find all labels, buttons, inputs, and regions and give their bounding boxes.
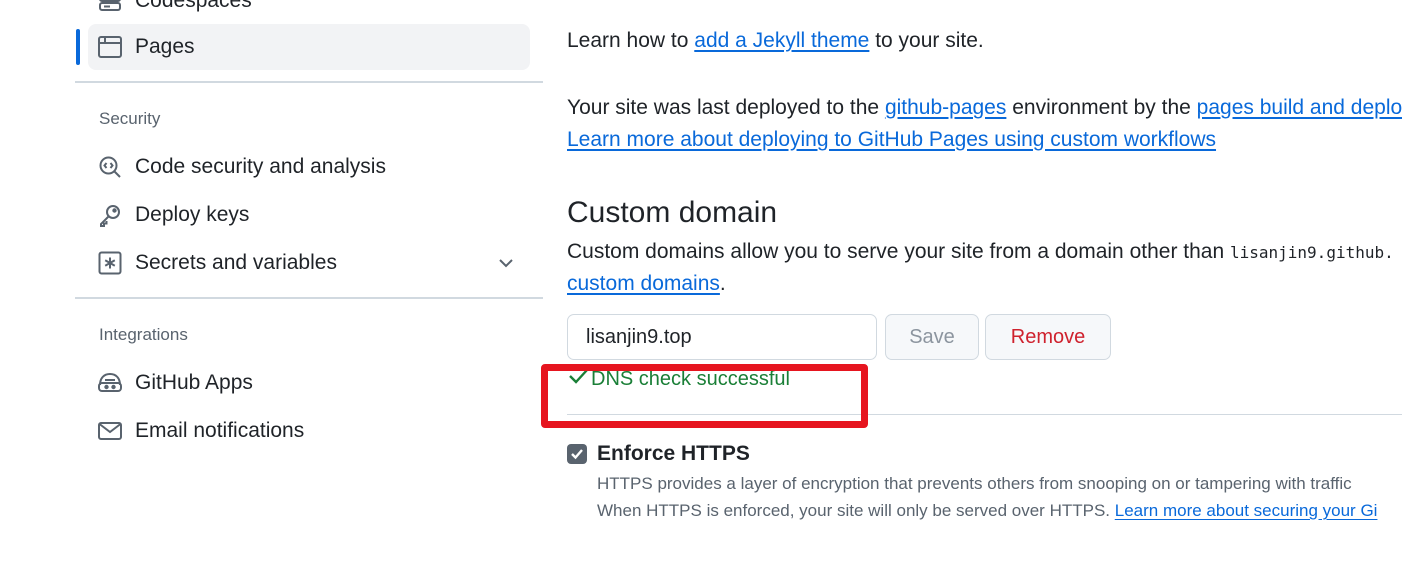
jekyll-theme-paragraph: Learn how to add a Jekyll theme to your … <box>567 29 984 53</box>
https-description-line1: HTTPS provides a layer of encryption tha… <box>597 474 1352 493</box>
github-pages-env-link[interactable]: github-pages <box>885 96 1006 119</box>
key-icon <box>97 202 123 228</box>
sidebar-item-pages[interactable]: Pages <box>88 24 530 70</box>
sidebar-item-label: Deploy keys <box>135 203 250 226</box>
section-title-integrations: Integrations <box>99 325 188 344</box>
pages-settings-main: Learn how to add a Jekyll theme to your … <box>567 0 1402 579</box>
custom-domain-heading: Custom domain <box>567 196 778 229</box>
sidebar-item-email-notifications[interactable]: Email notifications <box>88 408 530 454</box>
sidebar-item-deploy-keys[interactable]: Deploy keys <box>88 192 530 238</box>
default-domain-code: lisanjin9.github. <box>1229 243 1394 262</box>
https-description-line2: When HTTPS is enforced, your site will o… <box>597 501 1377 521</box>
mail-icon <box>97 418 123 444</box>
custom-domains-link[interactable]: custom domains <box>567 272 720 295</box>
sidebar-divider <box>75 81 543 83</box>
sidebar-item-label: Codespaces <box>135 0 252 12</box>
jekyll-theme-link[interactable]: add a Jekyll theme <box>694 29 869 52</box>
deploy-learn-more: Learn more about deploying to GitHub Pag… <box>567 128 1216 152</box>
deploy-middle: environment by the <box>1006 96 1197 119</box>
custom-domain-description: Custom domains allow you to serve your s… <box>567 240 1394 264</box>
https-line2-prefix: When HTTPS is enforced, your site will o… <box>597 501 1115 520</box>
desc-suffix: . <box>719 272 726 295</box>
desc-prefix: Custom domains allow you to serve your s… <box>567 240 1230 263</box>
custom-workflows-link[interactable]: Learn more about deploying to GitHub Pag… <box>567 128 1216 151</box>
sidebar-divider <box>75 297 543 299</box>
custom-domain-value: lisanjin9.top <box>586 325 692 348</box>
jekyll-prefix: Learn how to <box>567 29 695 52</box>
sidebar-item-github-apps[interactable]: GitHub Apps <box>88 360 530 406</box>
jekyll-suffix: to your site. <box>869 29 984 52</box>
custom-domain-description-line2: custom domains. <box>567 272 726 296</box>
highlight-annotation-box <box>541 364 868 428</box>
remove-button[interactable]: Remove <box>985 314 1111 360</box>
sidebar-item-label: Secrets and variables <box>135 251 337 274</box>
sidebar-item-code-security[interactable]: Code security and analysis <box>88 144 530 190</box>
asterisk-icon <box>97 250 123 276</box>
active-indicator <box>76 29 80 65</box>
settings-sidebar: Codespaces Pages Security Code security … <box>0 0 545 579</box>
custom-domain-input[interactable]: lisanjin9.top <box>567 314 877 360</box>
enforce-https-checkbox[interactable] <box>567 444 587 464</box>
codespaces-icon <box>97 0 123 14</box>
sidebar-item-label: GitHub Apps <box>135 371 253 394</box>
enforce-https-label[interactable]: Enforce HTTPS <box>597 442 750 466</box>
securing-site-link[interactable]: Learn more about securing your Gi <box>1115 501 1378 520</box>
checkmark-icon <box>571 449 583 460</box>
codescan-icon <box>97 154 123 180</box>
sidebar-item-codespaces[interactable]: Codespaces <box>88 0 530 24</box>
workflow-link[interactable]: pages build and deplo <box>1197 96 1402 119</box>
section-title-security: Security <box>99 109 161 128</box>
sidebar-item-label: Code security and analysis <box>135 155 386 178</box>
sidebar-item-label: Pages <box>135 35 195 58</box>
sidebar-item-secrets[interactable]: Secrets and variables <box>88 240 530 286</box>
chevron-down-icon[interactable] <box>496 253 516 279</box>
sidebar-item-label: Email notifications <box>135 419 305 442</box>
deploy-status-paragraph: Your site was last deployed to the githu… <box>567 96 1402 120</box>
apps-icon <box>97 370 123 396</box>
deploy-prefix: Your site was last deployed to the <box>567 96 885 119</box>
save-button[interactable]: Save <box>885 314 979 360</box>
browser-icon <box>97 34 123 60</box>
